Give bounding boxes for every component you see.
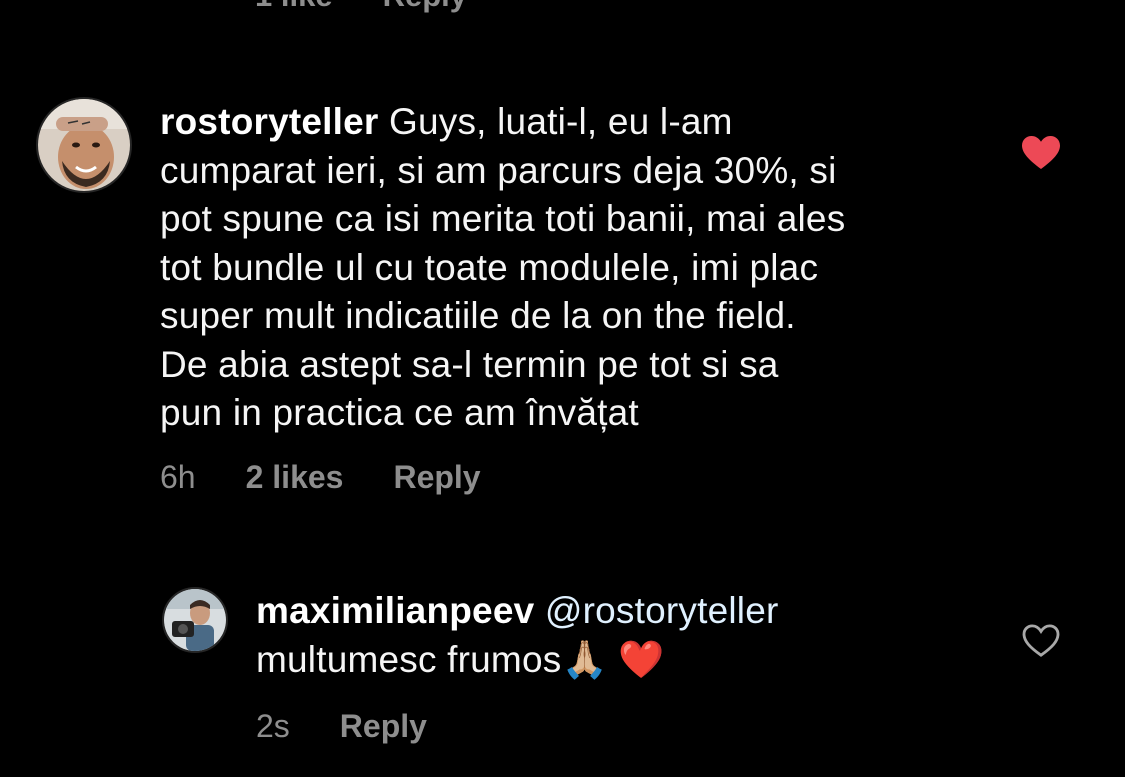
comment-text-line: cumparat ieri, si am parcurs deja 30%, s… [160,149,837,191]
heart-filled-icon [1022,136,1060,169]
comment-text-line: tot bundle ul cu toate modulele, imi pla… [160,246,819,288]
red-heart-emoji-icon: ❤️ [618,637,665,681]
reply-username[interactable]: maximilianpeev [256,590,534,631]
previous-comment-reply-button[interactable]: Reply [383,0,467,14]
reply-meta: 2s Reply [256,708,427,745]
reply-text-line: multumesc frumos [256,638,562,680]
comment-line-1: rostoryteller Guys, luati-l, eu l-am [160,98,990,147]
comment-reply-button[interactable]: Reply [393,459,480,496]
comment-username[interactable]: rostoryteller [160,101,379,142]
reply-timestamp: 2s [256,708,290,744]
comment-meta: 6h 2 likes Reply [160,459,481,496]
comment-text-line: Guys, luati-l, eu l-am [389,101,733,142]
reply-reply-button[interactable]: Reply [340,708,427,745]
avatar-image [38,99,130,191]
avatar-maximilianpeev[interactable] [162,587,228,653]
reply-like-button[interactable] [1022,624,1062,660]
previous-comment-actions: 1 like Reply [255,0,467,14]
comment-like-button[interactable] [1021,135,1061,171]
comments-screen: 1 like Reply rostoryteller Guys, luati-l… [0,0,1125,777]
reply-text: maximilianpeev @rostoryteller multumesc … [256,587,956,684]
previous-comment-likes[interactable]: 1 like [255,0,333,14]
comment-text-line: pot spune ca isi merita toti banii, mai … [160,198,846,239]
avatar-image [164,589,226,651]
comment-text-line: super mult indicatiile de la on the fiel… [160,295,796,336]
comment-text-line: pun in practica ce am învățat [160,392,639,433]
comment-text-line: De abia astept sa-l termin pe tot si sa [160,343,779,385]
reply-line-1: maximilianpeev @rostoryteller [256,587,956,636]
comment-text: rostoryteller Guys, luati-l, eu l-am cum… [160,98,990,438]
comment-timestamp: 6h [160,459,196,495]
comment-likes-count[interactable]: 2 likes [246,459,344,496]
reply-mention[interactable]: @rostoryteller [545,590,779,631]
heart-outline-icon [1022,624,1060,657]
reply-line-2: multumesc frumos🙏🏼 ❤️ [256,636,956,685]
avatar-rostoryteller[interactable] [36,97,132,193]
praying-hands-emoji-icon: 🙏🏼 [561,637,608,681]
